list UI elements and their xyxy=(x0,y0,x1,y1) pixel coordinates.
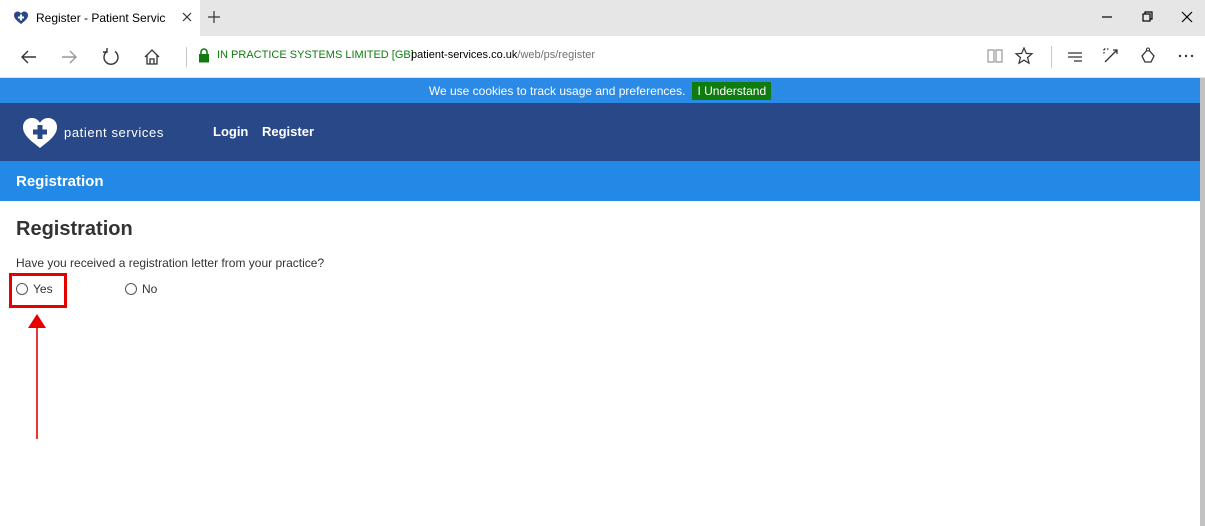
url-host: patient-services.co.uk xyxy=(411,49,518,61)
more-options-icon[interactable] xyxy=(1176,46,1196,66)
annotation-highlight-box xyxy=(9,273,67,308)
browser-titlebar: Register - Patient Servic xyxy=(0,0,1205,36)
refresh-icon[interactable] xyxy=(100,46,122,68)
radio-no-input[interactable] xyxy=(125,283,137,295)
heart-favicon-icon xyxy=(14,11,28,24)
minimize-icon[interactable] xyxy=(1098,8,1116,26)
new-tab-icon[interactable] xyxy=(206,9,222,25)
radio-no-label[interactable]: No xyxy=(142,282,157,296)
annotation-arrow-icon xyxy=(28,314,46,439)
favorite-star-icon[interactable] xyxy=(1014,46,1034,66)
scrollbar-thumb[interactable] xyxy=(1200,78,1205,526)
cookie-banner: We use cookies to track usage and prefer… xyxy=(0,78,1200,103)
web-note-icon[interactable] xyxy=(1101,46,1121,66)
cookie-message: We use cookies to track usage and prefer… xyxy=(428,83,686,98)
url-path: /web/ps/register xyxy=(517,49,596,61)
browser-tab[interactable]: Register - Patient Servic xyxy=(0,0,200,36)
lock-icon[interactable] xyxy=(198,48,210,63)
heart-logo-icon[interactable] xyxy=(22,117,58,149)
radio-option-no[interactable]: No xyxy=(125,282,157,296)
address-divider xyxy=(186,47,187,67)
registration-question: Have you received a registration letter … xyxy=(16,256,325,270)
back-arrow-icon[interactable] xyxy=(18,46,40,68)
accept-cookies-button[interactable]: I Understand xyxy=(692,81,772,100)
toolbar-divider xyxy=(1051,46,1052,68)
share-icon[interactable] xyxy=(1138,46,1158,66)
section-bar: Registration xyxy=(0,161,1200,201)
close-tab-icon[interactable] xyxy=(179,9,195,25)
page-title: Registration xyxy=(16,218,133,240)
section-title: Registration xyxy=(16,173,104,190)
home-icon[interactable] xyxy=(141,46,163,68)
site-header: patient services Login Register xyxy=(0,103,1200,161)
certificate-name[interactable]: IN PRACTICE SYSTEMS LIMITED [GB] xyxy=(217,49,414,61)
nav-login-link[interactable]: Login xyxy=(213,124,248,139)
restore-icon[interactable] xyxy=(1138,8,1156,26)
hub-icon[interactable] xyxy=(1065,46,1085,66)
tab-title: Register - Patient Servic xyxy=(36,11,166,25)
close-window-icon[interactable] xyxy=(1178,8,1196,26)
address-bar: IN PRACTICE SYSTEMS LIMITED [GB] patient… xyxy=(0,36,1205,78)
reading-view-icon[interactable] xyxy=(985,46,1005,66)
forward-arrow-icon[interactable] xyxy=(58,46,80,68)
nav-register-link[interactable]: Register xyxy=(262,124,314,139)
logo-text[interactable]: patient services xyxy=(64,125,164,140)
url-field[interactable]: patient-services.co.uk/web/ps/register xyxy=(411,49,595,61)
